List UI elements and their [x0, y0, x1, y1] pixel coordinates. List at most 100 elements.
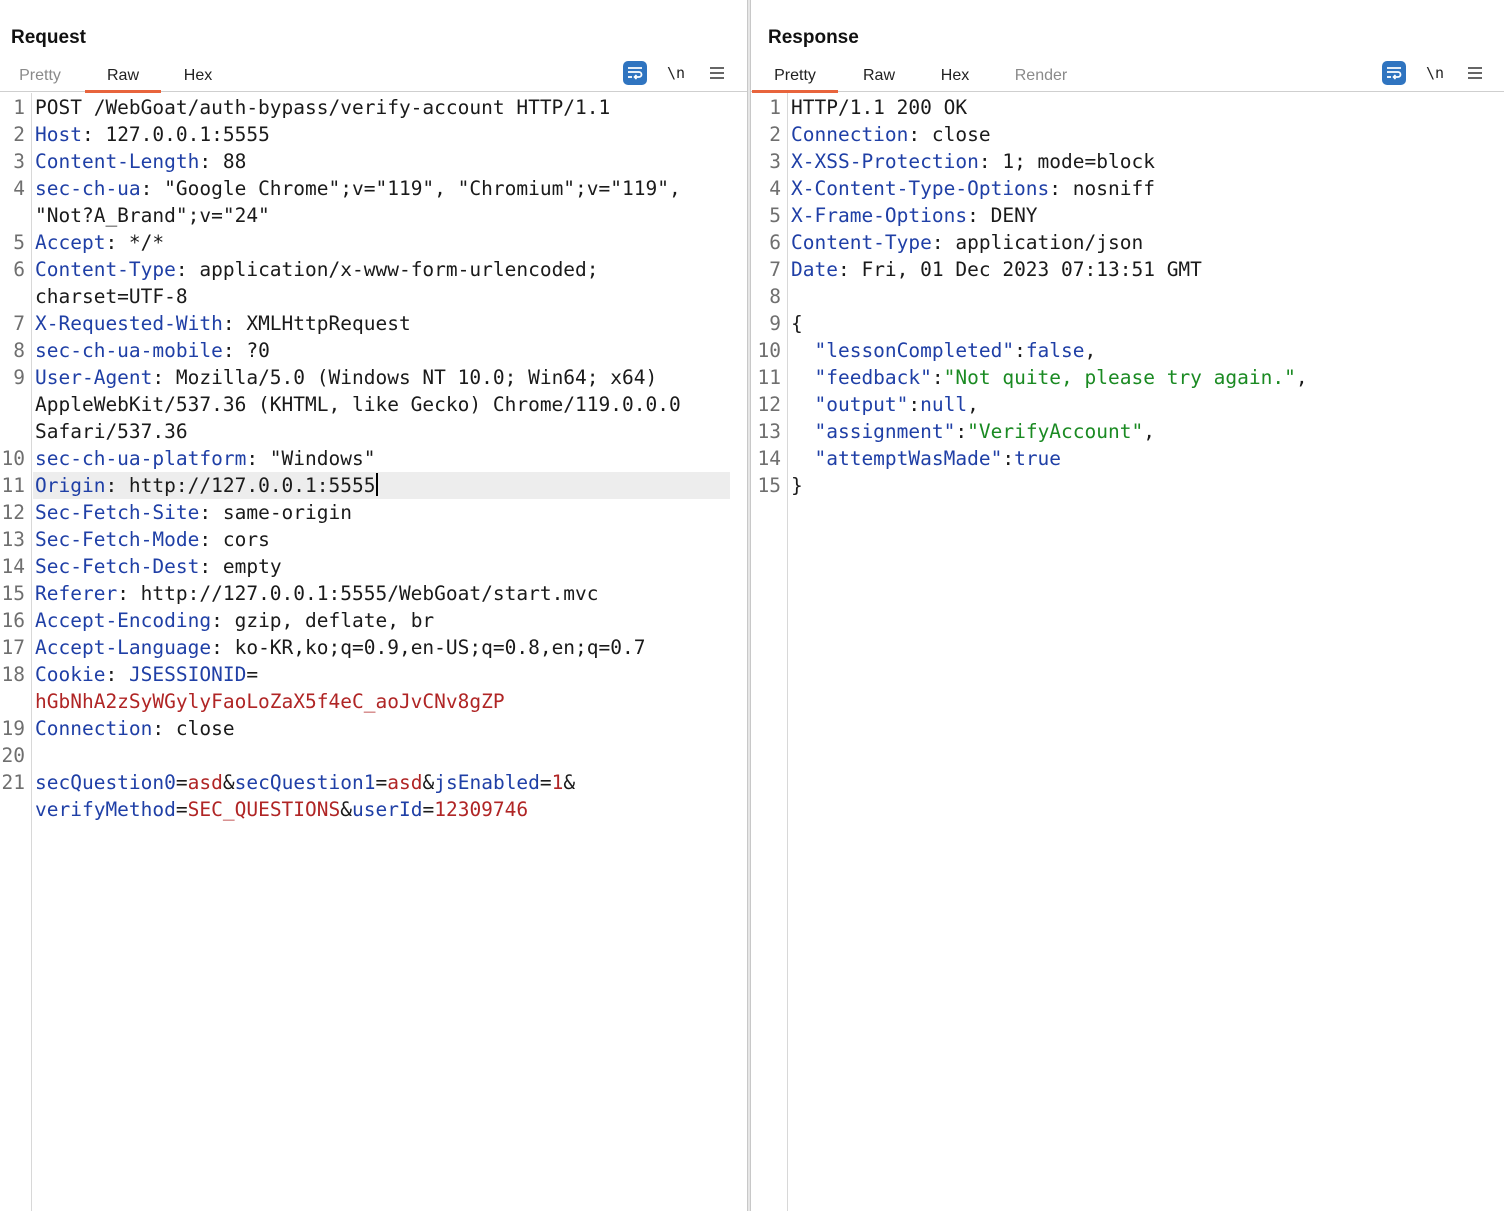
- request-title: Request: [11, 27, 86, 48]
- code-line: 1 POST /WebGoat/auth-bypass/verify-accoun…: [0, 94, 747, 121]
- line-number: 11: [1, 474, 25, 497]
- token: Origin: [35, 474, 106, 497]
- line-text: {: [791, 310, 803, 337]
- line-number: 4: [769, 177, 781, 200]
- token: X-XSS-Protection: [791, 150, 979, 173]
- tab-pretty[interactable]: Pretty: [752, 60, 838, 93]
- code-line: charset=UTF-8: [0, 283, 747, 310]
- code-line: 14 Sec-Fetch-Dest: empty: [0, 553, 747, 580]
- line-number: 17: [1, 636, 25, 659]
- show-newlines-button[interactable]: \n: [1424, 61, 1446, 85]
- token: &: [222, 771, 235, 794]
- token: Cookie: [35, 663, 106, 686]
- menu-icon[interactable]: [1465, 61, 1485, 85]
- code-line: 2 Host: 127.0.0.1:5555: [0, 121, 747, 148]
- token: JSESSIONID: [128, 663, 247, 686]
- token: : "Windows": [246, 447, 376, 470]
- token: Content-Type: [35, 258, 176, 281]
- line-text: Sec-Fetch-Site: same-origin: [35, 499, 352, 526]
- token: Host: [35, 123, 82, 146]
- tab-raw[interactable]: Raw: [851, 60, 907, 92]
- line-text: Connection: close: [791, 121, 991, 148]
- token: Content-Type: [791, 231, 932, 254]
- line-text: sec-ch-ua-platform: "Windows": [35, 445, 375, 472]
- token: "Not quite, please try again.": [943, 366, 1296, 389]
- token: : */*: [105, 231, 165, 254]
- token: sec-ch-ua-platform: [35, 447, 247, 470]
- line-text: X-XSS-Protection: 1; mode=block: [791, 148, 1155, 175]
- token: "VerifyAccount": [967, 420, 1144, 443]
- line-number: 15: [1, 582, 25, 605]
- code-line: 9 User-Agent: Mozilla/5.0 (Windows NT 10.…: [0, 364, 747, 391]
- token: Connection: [791, 123, 909, 146]
- token: :: [908, 393, 921, 416]
- code-line: 2 Connection: close: [751, 121, 1504, 148]
- tab-raw[interactable]: Raw: [85, 60, 161, 93]
- line-number: 21: [1, 771, 25, 794]
- wrap-lines-icon[interactable]: [623, 61, 647, 85]
- token: charset=UTF-8: [35, 285, 188, 308]
- line-number: 18: [1, 663, 25, 686]
- token: =: [175, 771, 188, 794]
- token: ,: [1143, 420, 1155, 443]
- token: Accept-Encoding: [35, 609, 212, 632]
- token: : close: [152, 717, 235, 740]
- line-text: sec-ch-ua: "Google Chrome";v="119", "Chr…: [35, 175, 681, 202]
- token: =: [246, 663, 259, 686]
- code-line: 4 sec-ch-ua: "Google Chrome";v="119", "Ch…: [0, 175, 747, 202]
- token: userId: [352, 798, 423, 821]
- code-line: hGbNhA2zSyWGylyFaoLoZaX5f4eC_aoJvCNv8gZP: [0, 688, 747, 715]
- token: :: [1002, 447, 1015, 470]
- token: verifyMethod: [35, 798, 176, 821]
- token: Sec-Fetch-Dest: [35, 555, 200, 578]
- token: : same-origin: [199, 501, 352, 524]
- line-text: Accept: */*: [35, 229, 164, 256]
- token: : application/x-www-form-urlencoded;: [175, 258, 599, 281]
- token: : Fri, 01 Dec 2023 07:13:51 GMT: [837, 258, 1202, 281]
- code-line: 8 sec-ch-ua-mobile: ?0: [0, 337, 747, 364]
- line-text: secQuestion0=asd&secQuestion1=asd&jsEnab…: [35, 769, 575, 796]
- tab-hex[interactable]: Hex: [927, 60, 983, 92]
- line-number: 13: [757, 420, 781, 443]
- text-caret: [376, 473, 379, 496]
- line-text: "output":null,: [791, 391, 978, 418]
- code-line: 6 Content-Type: application/json: [751, 229, 1504, 256]
- show-newlines-button[interactable]: \n: [665, 61, 687, 85]
- tab-pretty[interactable]: Pretty: [8, 60, 72, 92]
- line-text: "attemptWasMade":true: [791, 445, 1061, 472]
- line-number: 9: [769, 312, 781, 335]
- request-editor[interactable]: 1 POST /WebGoat/auth-bypass/verify-accoun…: [0, 93, 747, 1211]
- line-text: charset=UTF-8: [35, 283, 188, 310]
- line-number: 12: [757, 393, 781, 416]
- token: Sec-Fetch-Mode: [35, 528, 200, 551]
- line-number: 2: [13, 123, 25, 146]
- code-line: 3 X-XSS-Protection: 1; mode=block: [751, 148, 1504, 175]
- line-number: 15: [757, 474, 781, 497]
- token: Date: [791, 258, 838, 281]
- token: AppleWebKit/537.36 (KHTML, like Gecko) C…: [35, 393, 681, 416]
- line-number: 7: [769, 258, 781, 281]
- line-number: 6: [769, 231, 781, 254]
- line-number: 1: [13, 96, 25, 119]
- line-number: 14: [1, 555, 25, 578]
- token: : ?0: [222, 339, 270, 362]
- token: : 88: [199, 150, 247, 173]
- line-number: 7: [13, 312, 25, 335]
- token: : http://127.0.0.1:5555/WebGoat/start.mv…: [117, 582, 599, 605]
- token: SEC_QUESTIONS: [187, 798, 341, 821]
- token: {: [791, 312, 803, 335]
- code-line: 13 Sec-Fetch-Mode: cors: [0, 526, 747, 553]
- token: : cors: [199, 528, 270, 551]
- tab-render[interactable]: Render: [1005, 60, 1077, 92]
- token: hGbNhA2zSyWGylyFaoLoZaX5f4eC_aoJvCNv8gZP: [35, 690, 505, 713]
- menu-icon[interactable]: [707, 61, 727, 85]
- tab-hex[interactable]: Hex: [170, 60, 226, 92]
- code-line: "Not?A_Brand";v="24": [0, 202, 747, 229]
- wrap-lines-icon[interactable]: [1382, 61, 1406, 85]
- response-editor[interactable]: 1 HTTP/1.1 200 OK 2 Connection: close 3 X-XSS…: [751, 93, 1504, 1211]
- token: : "Google Chrome";v="119", "Chromium";v=…: [140, 177, 681, 200]
- token: : Mozilla/5.0 (Windows NT 10.0; Win64; x…: [152, 366, 658, 389]
- code-line: 15}: [751, 472, 1504, 499]
- token: Referer: [35, 582, 118, 605]
- token: POST /WebGoat/auth-bypass/verify-account…: [35, 96, 611, 119]
